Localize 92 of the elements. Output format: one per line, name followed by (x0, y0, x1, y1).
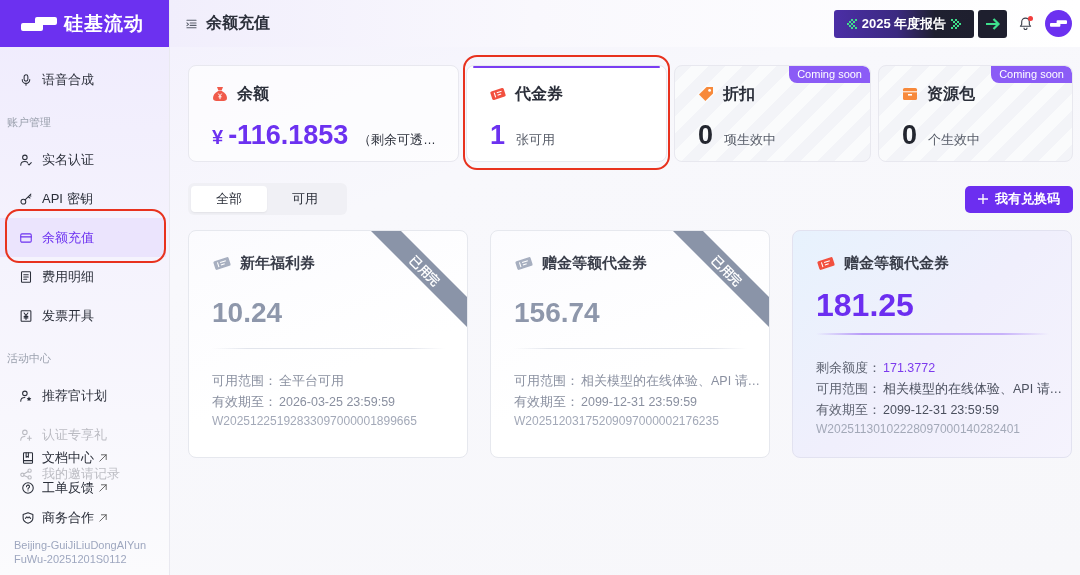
shield-icon (22, 512, 34, 524)
voucher-code: W20251225192833097000001899665 (212, 413, 417, 429)
section-label: 活动中心 (6, 351, 52, 366)
box-icon (902, 86, 918, 102)
card-icon (20, 231, 32, 244)
footer-link[interactable]: 文档中心 (0, 451, 107, 465)
menu-icon[interactable] (186, 18, 197, 29)
voucher-title: 赠金等额代金券 (844, 253, 949, 273)
filter-tab[interactable]: 全部 (191, 186, 267, 212)
card-title: 余额 (237, 83, 269, 104)
summary-card[interactable]: 余额 ¥ -116.1853 （剩余可透… (188, 65, 459, 162)
voucher-amount: 181.25 (816, 288, 914, 322)
book-icon (22, 452, 34, 464)
card-value: 0 (902, 119, 918, 152)
detail-value: 2099-12-31 23:59:59 (581, 394, 698, 411)
detail-label: 可用范围： (212, 373, 277, 390)
list-document-icon (20, 270, 32, 283)
page-title: 余额充值 (206, 13, 270, 33)
card-value: 1 (490, 119, 506, 152)
help-icon (22, 482, 34, 494)
card-value: -116.1853 (228, 119, 349, 152)
detail-value: 2026-03-25 23:59:59 (279, 394, 396, 411)
notifications-button[interactable] (1019, 16, 1033, 31)
sidebar-item[interactable]: API 密钥 (0, 179, 166, 218)
detail-label: 可用范围： (514, 373, 579, 390)
detail-label: 剩余额度： (816, 360, 881, 377)
plus-icon (978, 194, 988, 204)
section-label: 账户管理 (6, 115, 52, 130)
card-unit: 个生效中 (928, 131, 981, 149)
footer-link[interactable]: 商务合作 (0, 511, 107, 525)
detail-value: 相关模型的在线体验、API 请… (581, 373, 761, 390)
card-note: （剩余可透… (358, 132, 436, 149)
currency-symbol: ¥ (212, 125, 224, 150)
detail-label: 可用范围： (816, 381, 881, 398)
voucher-code: W20251203175209097000002176235 (514, 413, 719, 429)
yen-document-icon (20, 309, 32, 322)
footer-link[interactable]: 工单反馈 (0, 481, 107, 495)
voucher-amount: 156.74 (514, 296, 600, 330)
card-title: 代金券 (515, 83, 563, 104)
tag-icon (698, 86, 714, 102)
summary-card[interactable]: 代金券 1 张可用 (466, 65, 667, 162)
summary-card[interactable]: 折扣 0 项生效中 Coming soon (674, 65, 871, 162)
microphone-icon (20, 73, 32, 86)
user-plus-icon (20, 428, 32, 441)
ticket-icon (514, 255, 534, 271)
detail-value: 171.3772 (883, 360, 936, 377)
pixel-arrow-icon (846, 18, 857, 29)
detail-label: 有效期至： (816, 402, 881, 419)
share-icon (20, 467, 32, 480)
card-title: 资源包 (927, 83, 975, 104)
ticket-icon (816, 255, 836, 271)
build-version-text: Beijing-GuiJiLiuDongAIYunFuWu-20251201S0112 (14, 538, 148, 566)
coming-soon-badge: Coming soon (789, 66, 870, 83)
sidebar-item[interactable]: 语音合成 (0, 60, 166, 99)
annual-report-banner[interactable]: 2025 年度报告 (834, 9, 974, 38)
detail-value: 相关模型的在线体验、API 请… (883, 381, 1063, 398)
redeem-code-button[interactable]: 我有兑换码 (965, 185, 1073, 213)
logo-text: 硅基流动 (64, 11, 144, 36)
voucher-amount: 10.24 (212, 296, 283, 330)
card-value: 0 (698, 119, 714, 152)
detail-label: 有效期至： (212, 394, 277, 411)
used-ribbon: 已用完 (371, 231, 467, 327)
summary-card[interactable]: 资源包 0 个生效中 Coming soon (878, 65, 1073, 162)
voucher-code: W20251130102228097000140282401 (816, 421, 1020, 437)
detail-label: 有效期至： (514, 394, 579, 411)
card-unit: 张可用 (516, 131, 556, 149)
user-star-icon (20, 389, 32, 402)
logo-icon (21, 16, 57, 31)
arrow-icon (984, 16, 1001, 31)
voucher-title: 赠金等额代金券 (542, 253, 647, 273)
bell-icon (1019, 16, 1032, 30)
ticket-icon (490, 86, 506, 102)
card-unit: 项生效中 (724, 131, 777, 149)
avatar-icon[interactable] (1045, 10, 1072, 37)
used-ribbon: 已用完 (673, 231, 769, 327)
pixel-arrow-icon (951, 18, 962, 29)
user-check-icon (20, 153, 32, 166)
voucher-title: 新年福利券 (240, 253, 315, 273)
sidebar-item[interactable]: 余额充值 (0, 218, 166, 257)
detail-value: 2099-12-31 23:59:59 (883, 402, 1000, 419)
sidebar-item[interactable]: 推荐官计划 (0, 376, 166, 415)
sidebar-item[interactable]: 费用明细 (0, 257, 166, 296)
key-icon (20, 192, 32, 205)
ticket-icon (212, 255, 232, 271)
money-bag-icon (212, 86, 228, 102)
sidebar-item[interactable]: 实名认证 (0, 140, 166, 179)
coming-soon-badge: Coming soon (991, 66, 1072, 83)
arrow-button[interactable] (978, 9, 1007, 38)
detail-value: 全平台可用 (279, 373, 344, 390)
card-title: 折扣 (723, 83, 755, 104)
filter-tab[interactable]: 可用 (267, 186, 343, 212)
sidebar-item[interactable]: 发票开具 (0, 296, 166, 335)
